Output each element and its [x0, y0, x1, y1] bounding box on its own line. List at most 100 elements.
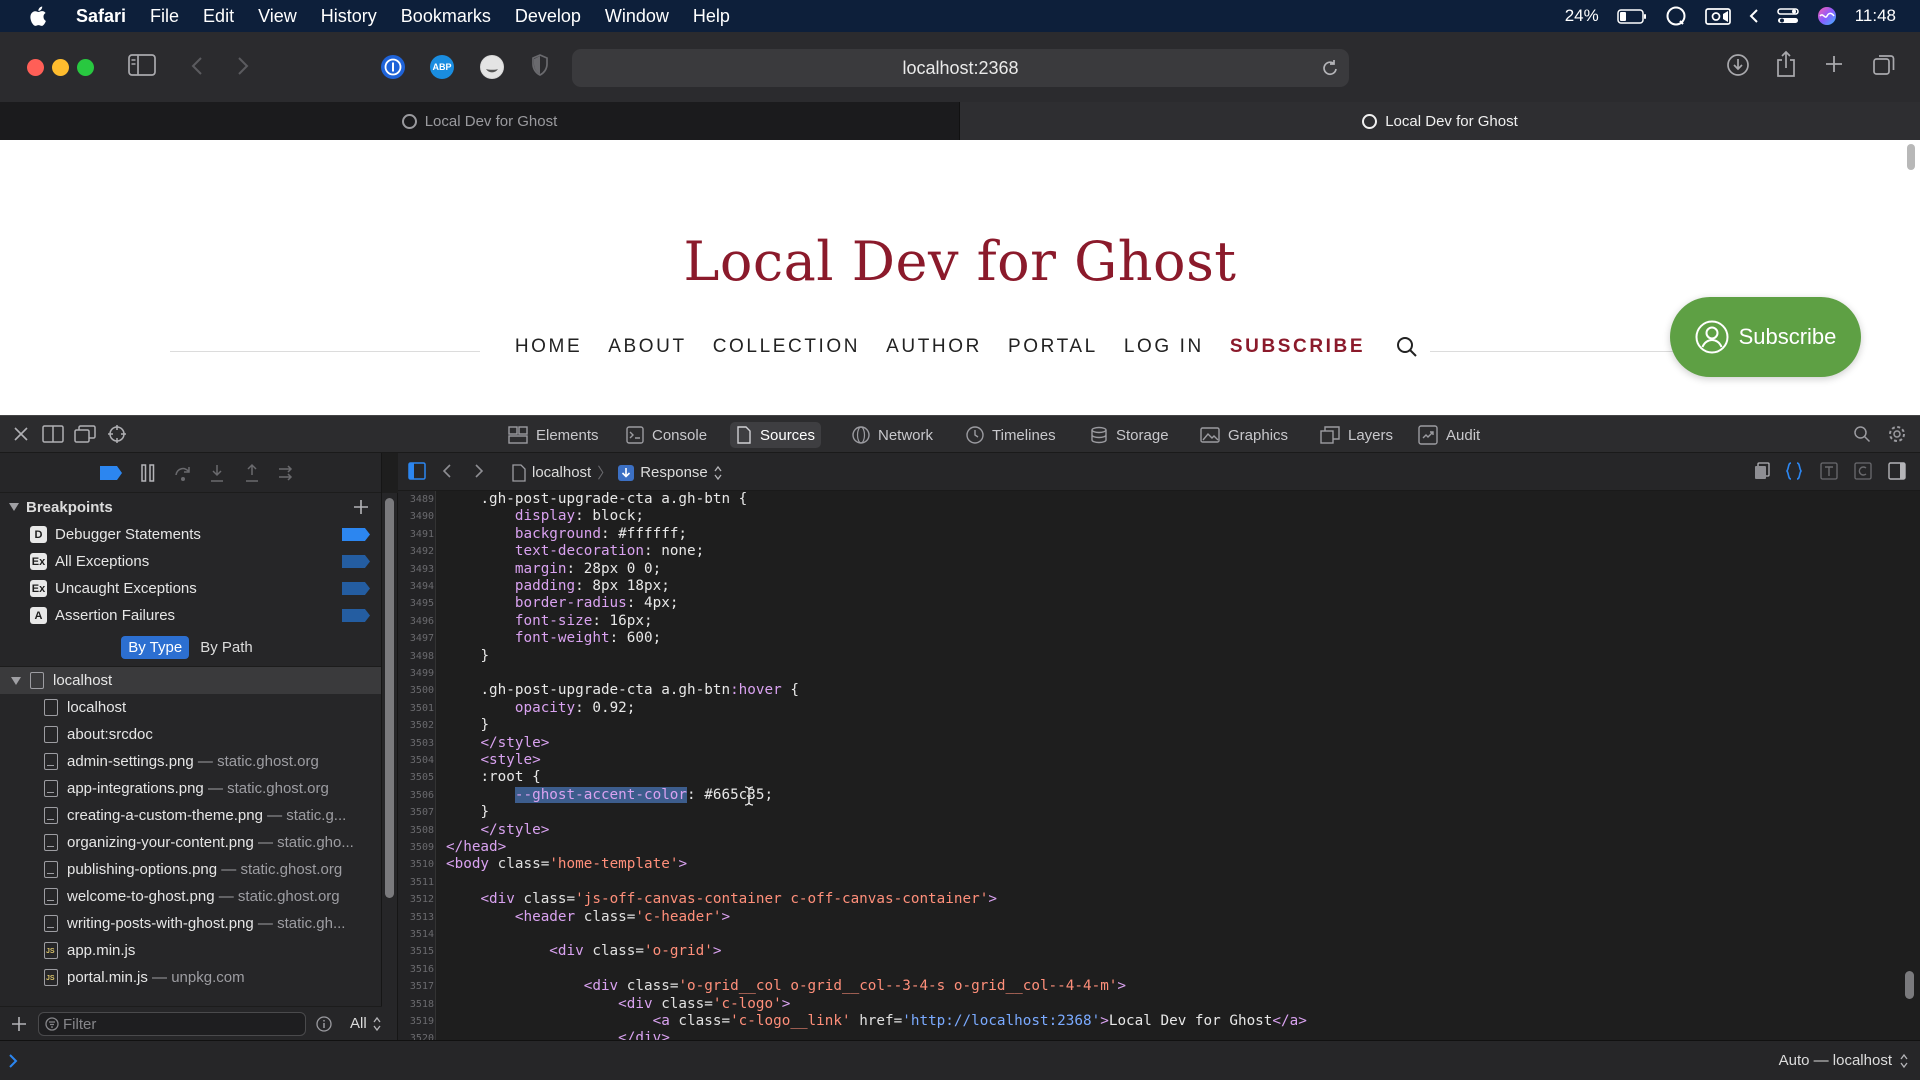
line-number[interactable]: 3515: [398, 943, 434, 960]
line-number[interactable]: 3501: [398, 700, 434, 717]
code-line[interactable]: 3497 font-weight: 600;: [398, 630, 1898, 647]
line-number[interactable]: 3495: [398, 595, 434, 612]
breadcrumb-host[interactable]: localhost: [532, 464, 591, 481]
menu-bookmarks[interactable]: Bookmarks: [401, 6, 491, 27]
line-number[interactable]: 3497: [398, 630, 434, 647]
code-line[interactable]: 3520 </div>: [398, 1030, 1898, 1040]
forward-icon[interactable]: [236, 55, 250, 77]
code-line[interactable]: 3503 </style>: [398, 735, 1898, 752]
dark-reader-icon[interactable]: [480, 55, 504, 79]
menu-help[interactable]: Help: [693, 6, 730, 27]
siri-icon[interactable]: [1817, 6, 1837, 26]
reload-icon[interactable]: [1321, 58, 1339, 78]
menu-file[interactable]: File: [150, 6, 179, 27]
tree-item[interactable]: app.min.js: [0, 937, 381, 964]
tab-graphics[interactable]: Graphics: [1194, 422, 1294, 448]
sidebar-scrollbar[interactable]: [385, 498, 394, 898]
site-title[interactable]: Local Dev for Ghost: [10, 230, 1910, 293]
disclosure-down-icon[interactable]: [10, 676, 22, 686]
breakpoint-flag-icon[interactable]: [342, 555, 370, 568]
line-number[interactable]: 3489: [398, 491, 434, 508]
line-number[interactable]: 3492: [398, 543, 434, 560]
menu-history[interactable]: History: [321, 6, 377, 27]
tab-elements[interactable]: Elements: [502, 422, 605, 448]
code-line[interactable]: 3512 <div class='js-off-canvas-container…: [398, 891, 1898, 908]
token[interactable]: 'http://localhost:2368': [902, 1013, 1100, 1029]
line-number[interactable]: 3499: [398, 665, 434, 682]
code-line[interactable]: 3499: [398, 665, 1898, 682]
type-profiler-icon[interactable]: [1820, 462, 1838, 480]
code-coverage-icon[interactable]: [1854, 462, 1872, 480]
tab-network[interactable]: Network: [846, 422, 939, 448]
line-number[interactable]: 3493: [398, 561, 434, 578]
breakpoint-assertion-failures[interactable]: A Assertion Failures: [0, 602, 381, 629]
nav-portal[interactable]: PORTAL: [1008, 336, 1098, 358]
code-line[interactable]: 3489 .gh-post-upgrade-cta a.gh-btn {: [398, 491, 1898, 508]
nav-home[interactable]: HOME: [515, 336, 582, 358]
menu-app-name[interactable]: Safari: [76, 6, 126, 27]
apple-menu-icon[interactable]: [28, 5, 50, 27]
code-line[interactable]: 3507 }: [398, 804, 1898, 821]
line-number[interactable]: 3519: [398, 1013, 434, 1030]
line-number[interactable]: 3500: [398, 682, 434, 699]
tree-item[interactable]: publishing-options.png — static.ghost.or…: [0, 856, 381, 883]
add-breakpoint-icon[interactable]: [352, 498, 370, 516]
nav-author[interactable]: AUTHOR: [886, 336, 982, 358]
camera-icon[interactable]: [1704, 6, 1731, 26]
tree-item[interactable]: organizing-your-content.png — static.gho…: [0, 829, 381, 856]
breakpoint-flag-icon[interactable]: [342, 582, 370, 595]
group-by-type-button[interactable]: By Type: [121, 636, 190, 659]
line-number[interactable]: 3517: [398, 978, 434, 995]
nav-forward-icon[interactable]: [474, 463, 484, 479]
code-line[interactable]: 3502 }: [398, 717, 1898, 734]
tab-audit[interactable]: Audit: [1412, 422, 1486, 448]
nav-about[interactable]: ABOUT: [608, 336, 686, 358]
breakpoint-uncaught-exceptions[interactable]: Ex Uncaught Exceptions: [0, 575, 381, 602]
new-tab-icon[interactable]: [1824, 54, 1844, 74]
line-number[interactable]: 3516: [398, 961, 434, 978]
breakpoint-flag-icon[interactable]: [342, 609, 370, 622]
tab-layers[interactable]: Layers: [1314, 422, 1399, 448]
code-line[interactable]: 3490 display: block;: [398, 508, 1898, 525]
line-number[interactable]: 3496: [398, 613, 434, 630]
menu-window[interactable]: Window: [605, 6, 669, 27]
tree-item[interactable]: admin-settings.png — static.ghost.org: [0, 748, 381, 775]
code-line[interactable]: 3495 border-radius: 4px;: [398, 595, 1898, 612]
console-prompt-bar[interactable]: Auto — localhost: [0, 1040, 1920, 1080]
line-number[interactable]: 3507: [398, 804, 434, 821]
local-override-icon[interactable]: [1753, 462, 1771, 480]
zoom-window-button[interactable]: [77, 59, 94, 76]
tree-root-localhost[interactable]: localhost: [0, 667, 381, 694]
code-line[interactable]: 3516: [398, 961, 1898, 978]
filter-scope-select[interactable]: All: [350, 1015, 367, 1032]
tab-timelines[interactable]: Timelines: [960, 422, 1062, 448]
settings-gear-icon[interactable]: [1887, 424, 1907, 444]
step-icon[interactable]: [277, 463, 295, 483]
menu-develop[interactable]: Develop: [515, 6, 581, 27]
control-center-icon[interactable]: [1776, 7, 1799, 25]
line-number[interactable]: 3512: [398, 891, 434, 908]
breakpoints-toggle-icon[interactable]: [100, 466, 122, 480]
inspect-target-icon[interactable]: [107, 424, 127, 444]
devtools-search-icon[interactable]: [1853, 425, 1871, 443]
menu-edit[interactable]: Edit: [203, 6, 234, 27]
line-number[interactable]: 3518: [398, 996, 434, 1013]
line-number[interactable]: 3491: [398, 526, 434, 543]
sidebar-toggle-icon[interactable]: [128, 54, 156, 76]
code-line[interactable]: 3513 <header class='c-header'>: [398, 909, 1898, 926]
search-icon[interactable]: [1396, 336, 1418, 358]
add-resource-icon[interactable]: [10, 1015, 28, 1033]
tree-item[interactable]: welcome-to-ghost.png — static.ghost.org: [0, 883, 381, 910]
code-line[interactable]: 3496 font-size: 16px;: [398, 613, 1898, 630]
line-number[interactable]: 3513: [398, 909, 434, 926]
undock-icon[interactable]: [74, 425, 96, 443]
details-sidebar-icon[interactable]: [1888, 462, 1906, 480]
tree-item[interactable]: localhost: [0, 694, 381, 721]
dock-side-icon[interactable]: [42, 425, 64, 443]
back-icon[interactable]: [190, 55, 204, 77]
line-number[interactable]: 3509: [398, 839, 434, 856]
tab-local-dev-2[interactable]: Local Dev for Ghost: [960, 102, 1920, 140]
adblock-icon[interactable]: ABP: [430, 55, 454, 79]
tree-item[interactable]: creating-a-custom-theme.png — static.g..…: [0, 802, 381, 829]
close-window-button[interactable]: [27, 59, 44, 76]
